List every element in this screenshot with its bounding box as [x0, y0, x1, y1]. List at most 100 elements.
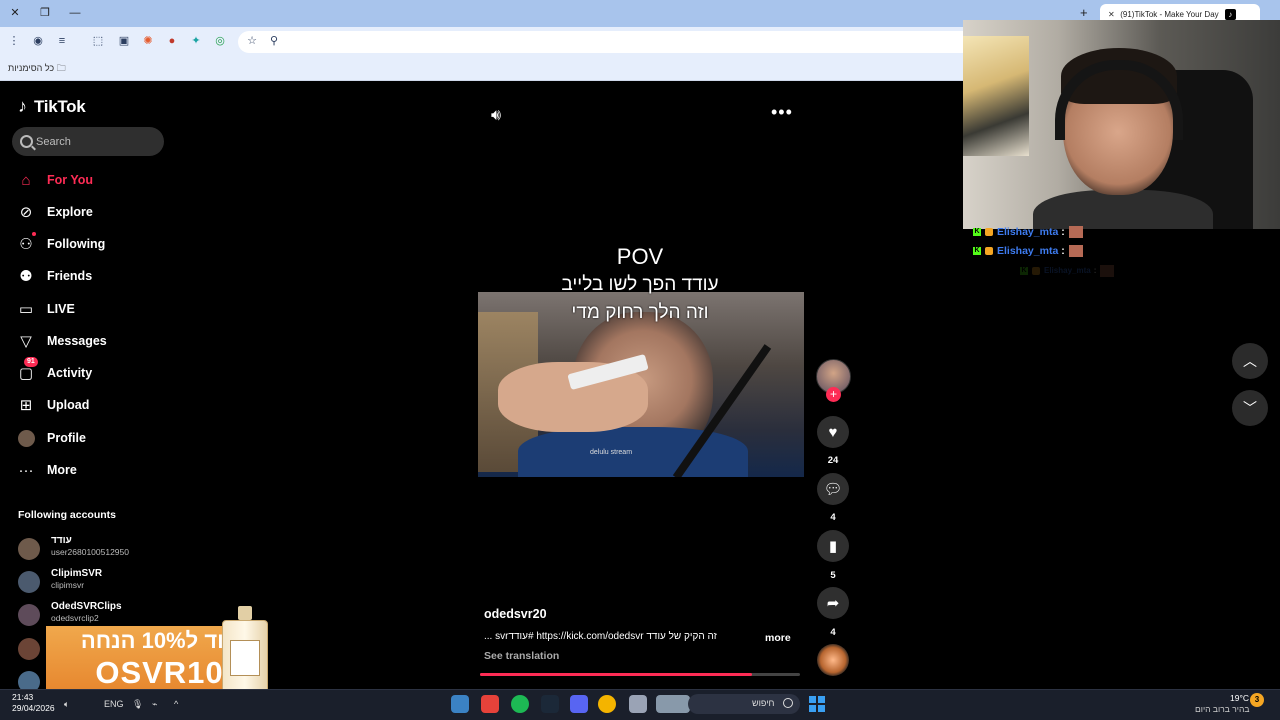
minimize-window-icon[interactable]: —	[66, 5, 84, 21]
speaker-icon[interactable]: 🔈︎	[64, 699, 69, 710]
kick-badge-icon: K	[973, 246, 981, 255]
all-bookmarks-folder[interactable]: כל הסימניות 🗀	[8, 61, 66, 77]
video-caption-line-2: וזה הלך רחוק מדי	[571, 302, 709, 323]
follow-plus-button[interactable]: +	[826, 387, 841, 402]
chrome-app-icon[interactable]	[598, 695, 616, 713]
profile-icon	[16, 428, 36, 448]
video-author[interactable]: odedsvr20	[484, 607, 547, 621]
sidebar-item-following[interactable]: ⚇ Following	[16, 231, 166, 257]
profile-avatar-icon[interactable]: ◉	[30, 33, 46, 49]
share-button[interactable]: ➦	[817, 587, 849, 619]
save-button[interactable]: ▮	[817, 530, 849, 562]
chat-username[interactable]: Elishay_mta	[997, 226, 1058, 238]
folder-icon: 🗀	[56, 63, 66, 73]
more-options-icon[interactable]: •••	[771, 102, 793, 123]
next-video-button[interactable]: ﹀	[1232, 390, 1268, 426]
sidebar-item-profile[interactable]: Profile	[16, 425, 166, 451]
sidebar-item-live[interactable]: ▭ LIVE	[16, 296, 166, 322]
sidebar-item-label: Explore	[47, 205, 93, 219]
extension-teal-icon[interactable]: ✦	[188, 33, 204, 49]
spotify-app-icon[interactable]	[511, 695, 529, 713]
extension-tab-icon[interactable]: ▣	[116, 33, 132, 49]
taskbar-clock[interactable]: 21:43 29/04/2026	[12, 692, 55, 714]
extension-green-icon[interactable]: ◎	[212, 33, 228, 49]
reading-list-icon[interactable]: ≡	[54, 33, 70, 49]
notification-badge[interactable]: 3	[1250, 693, 1264, 707]
tiktok-note-icon: ♪	[18, 96, 27, 116]
following-account-item[interactable]: עודד user2680100512950	[18, 535, 168, 565]
chevron-up-icon: ︿	[1243, 353, 1257, 369]
volume-icon[interactable]: 🔊︎	[491, 107, 501, 125]
tab-title: (91)TikTok - Make Your Day	[1120, 10, 1219, 19]
previous-video-button[interactable]: ︿	[1232, 343, 1268, 379]
video-watermark: delulu stream	[590, 449, 633, 456]
perfume-bottle-image	[216, 606, 274, 700]
sidebar-item-more[interactable]: ··· More	[16, 457, 166, 483]
extension-red-icon[interactable]: ●	[164, 33, 180, 49]
heart-icon: ♥	[828, 423, 838, 441]
windows-start-icon[interactable]	[809, 696, 825, 712]
chat-username[interactable]: Elishay_mta	[997, 245, 1058, 257]
file-explorer-app-icon[interactable]	[629, 695, 647, 713]
weather-temperature[interactable]: 19°C	[1230, 693, 1249, 703]
steam-app-icon[interactable]	[541, 695, 559, 713]
bookmark-star-icon[interactable]: ☆	[244, 33, 260, 49]
bookmark-icon: ▮	[828, 538, 838, 555]
chat-emote-icon	[1068, 244, 1083, 257]
video-description: זה הקיק של עודד https://kick.com/odedsvr…	[484, 631, 717, 642]
chat-emote-icon	[1100, 264, 1115, 277]
restore-window-icon[interactable]: ❐	[36, 5, 54, 21]
save-count: 5	[830, 570, 836, 581]
zoom-icon[interactable]: ⚲	[266, 33, 282, 49]
search-icon	[783, 698, 793, 708]
description-more-button[interactable]: more	[765, 632, 791, 644]
sidebar-item-for-you[interactable]: ⌂ For You	[16, 167, 166, 193]
avatar	[18, 604, 40, 626]
chat-username[interactable]: Elishay_mta	[1044, 266, 1091, 275]
like-button[interactable]: ♥	[817, 416, 849, 448]
video-progress-bar[interactable]	[480, 673, 800, 676]
share-count: 4	[830, 627, 836, 638]
discord-app-icon[interactable]	[570, 695, 588, 713]
comment-count: 4	[830, 512, 836, 523]
friends-icon: ⚉	[19, 268, 33, 285]
extensions-icon[interactable]: ⬚	[90, 33, 106, 49]
sidebar-item-label: For You	[47, 173, 94, 187]
telegram-app-icon[interactable]	[451, 695, 469, 713]
notification-dot	[32, 232, 36, 236]
comment-button[interactable]: 💬︎	[817, 473, 849, 505]
see-translation-button[interactable]: See translation	[484, 650, 559, 662]
close-window-icon[interactable]: ✕	[6, 5, 24, 21]
search-input[interactable]	[36, 133, 156, 151]
sidebar-item-friends[interactable]: ⚉ Friends	[16, 263, 166, 289]
network-icon[interactable]: ⌁	[152, 699, 157, 710]
chat-badge-icon	[1032, 266, 1040, 275]
avatar	[18, 538, 40, 560]
sidebar-item-messages[interactable]: ▽ Messages	[16, 328, 166, 354]
compass-icon: ⊘	[19, 204, 33, 221]
live-icon: ▭	[18, 301, 34, 318]
clock-time: 21:43	[12, 692, 34, 702]
sidebar-item-explore[interactable]: ⊘ Explore	[16, 199, 166, 225]
microphone-icon[interactable]: 🎙︎	[132, 699, 143, 710]
following-account-item[interactable]: ClipimSVR clipimsvr	[18, 568, 168, 598]
browser-menu-icon[interactable]: ⋮	[6, 33, 22, 49]
app-red-icon[interactable]	[481, 695, 499, 713]
account-username: user2680100512950	[51, 547, 129, 557]
music-disc-icon[interactable]	[817, 644, 849, 676]
address-bar[interactable]	[238, 31, 978, 53]
extension-orange-icon[interactable]: ✺	[140, 33, 156, 49]
app-gallery-icon[interactable]	[656, 695, 690, 713]
sidebar-item-upload[interactable]: ⊞ Upload	[16, 392, 166, 418]
tiktok-favicon-icon: ♪	[1224, 9, 1236, 21]
sidebar-item-activity[interactable]: ▢ 91 Activity	[16, 357, 166, 386]
language-indicator[interactable]: ENG	[104, 699, 124, 709]
tiktok-logo[interactable]: ♪ TikTok	[18, 96, 86, 117]
new-tab-icon[interactable]: +	[1080, 5, 1094, 21]
account-name: ClipimSVR	[51, 568, 103, 579]
chevron-up-tray-icon[interactable]: ^	[174, 699, 178, 709]
messages-icon: ▽	[20, 333, 32, 350]
activity-badge: 91	[24, 357, 38, 367]
search-icon[interactable]	[20, 135, 33, 148]
video-overlay-title: POV	[616, 244, 664, 269]
